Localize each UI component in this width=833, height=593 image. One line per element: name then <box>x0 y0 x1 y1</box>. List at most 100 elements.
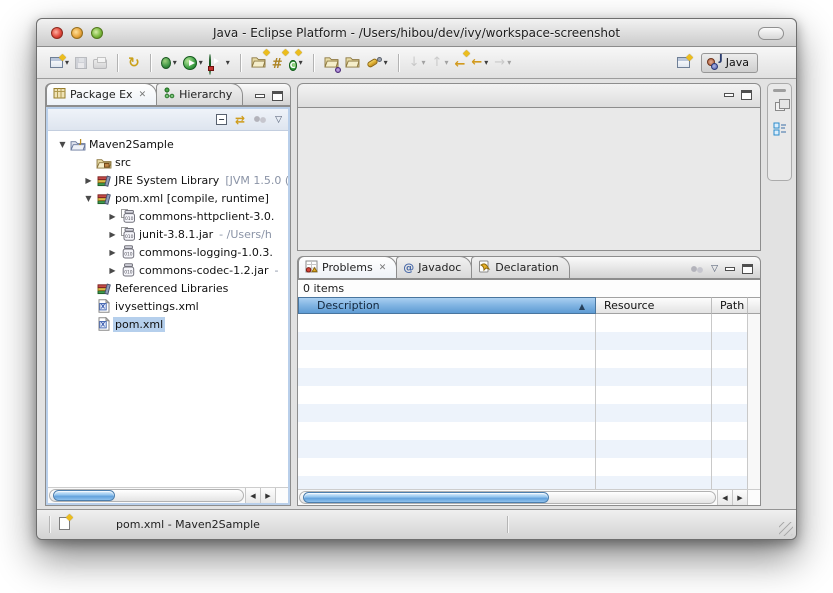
close-icon[interactable]: ✕ <box>139 90 147 100</box>
tree-item-project[interactable]: ▼ J Maven2Sample <box>48 135 288 153</box>
maximize-view-icon[interactable] <box>742 264 753 274</box>
last-edit-location-button[interactable]: ← <box>451 51 468 74</box>
open-perspective-button[interactable] <box>674 55 693 70</box>
outline-view-icon[interactable] <box>773 121 787 135</box>
new-java-project-button[interactable] <box>248 51 269 74</box>
tree-item-jar[interactable]: ▶ 010 commons-logging-1.0.3. <box>48 243 288 261</box>
scroll-left-button[interactable]: ◀ <box>717 490 732 505</box>
link-with-editor-button[interactable]: ⇄ <box>235 114 245 126</box>
new-wizard-button[interactable]: ▾ <box>47 55 72 70</box>
run-button[interactable]: ▾ <box>180 54 206 72</box>
chevron-down-icon[interactable]: ▾ <box>173 59 177 67</box>
save-button[interactable] <box>72 55 90 71</box>
tree-item-ivysettings[interactable]: X ivysettings.xml <box>48 297 288 315</box>
open-type-button[interactable] <box>321 51 342 74</box>
jar-icon: 010 <box>119 263 137 277</box>
drag-handle[interactable] <box>773 89 786 92</box>
view-menu-button[interactable]: ▽ <box>275 115 282 125</box>
tree-item-pom-container[interactable]: ▼ pom.xml [compile, runtime] <box>48 189 288 207</box>
tree-item-pom-xml[interactable]: X pom.xml <box>48 315 288 333</box>
problems-table-body[interactable] <box>298 314 760 489</box>
expand-icon[interactable]: ▶ <box>106 266 119 275</box>
back-arrow-icon: ← <box>471 56 482 69</box>
column-header-description[interactable]: Description ▲ <box>298 297 596 314</box>
toolbar-toggle-button[interactable] <box>758 27 784 40</box>
refresh-button[interactable]: ↻ <box>125 54 143 72</box>
chevron-down-icon[interactable]: ▾ <box>484 59 488 67</box>
filter-icon[interactable] <box>690 265 704 274</box>
editor-empty-area[interactable] <box>297 108 761 251</box>
maximize-view-icon[interactable] <box>272 91 283 101</box>
forward-arrow-icon: → <box>494 56 505 69</box>
expand-icon[interactable]: ▶ <box>106 248 119 257</box>
tree-item-jre-library[interactable]: ▶ JRE System Library [JVM 1.5.0 ( <box>48 171 288 189</box>
expand-icon[interactable]: ▼ <box>82 194 95 203</box>
scroll-left-button[interactable]: ◀ <box>245 488 260 503</box>
expand-icon[interactable]: ▶ <box>106 230 119 239</box>
open-resource-button[interactable] <box>342 51 363 74</box>
expand-icon[interactable]: ▶ <box>82 176 95 185</box>
external-tools-button[interactable]: ▾ <box>206 53 233 72</box>
expand-icon[interactable]: ▶ <box>106 212 119 221</box>
minimize-view-icon[interactable] <box>724 93 734 97</box>
restore-view-icon[interactable] <box>775 102 785 111</box>
chevron-down-icon[interactable]: ▾ <box>444 59 448 67</box>
title-bar[interactable]: Java - Eclipse Platform - /Users/hibou/d… <box>37 19 796 47</box>
forward-button[interactable]: → ▾ <box>491 54 514 71</box>
scroll-thumb[interactable] <box>303 492 549 503</box>
library-icon <box>95 192 113 205</box>
collapse-all-button[interactable]: − <box>216 114 227 125</box>
problems-horizontal-scrollbar[interactable]: ◀ ▶ <box>298 489 760 505</box>
scroll-thumb[interactable] <box>53 490 115 501</box>
view-menu-icon: ▽ <box>275 115 282 125</box>
minimize-view-icon[interactable] <box>725 267 735 271</box>
column-header-resource[interactable]: Resource <box>596 297 712 314</box>
column-header-path[interactable]: Path <box>712 297 748 314</box>
tab-javadoc[interactable]: @ Javadoc <box>396 256 472 278</box>
minimize-view-icon[interactable] <box>255 94 265 98</box>
view-menu-icon[interactable]: ▽ <box>711 264 718 274</box>
tree-item-referenced-libraries[interactable]: Referenced Libraries <box>48 279 288 297</box>
toolbar-separator <box>240 54 241 72</box>
back-button[interactable]: ← ▾ <box>468 54 491 71</box>
new-class-button[interactable]: C ▾ <box>286 51 306 74</box>
tree-item-jar[interactable]: ▶ 010 commons-httpclient-3.0. <box>48 207 288 225</box>
chevron-down-icon[interactable]: ▾ <box>199 59 203 67</box>
chevron-down-icon[interactable]: ▾ <box>65 59 69 67</box>
print-button[interactable] <box>90 55 110 71</box>
chevron-down-icon[interactable]: ▾ <box>299 59 303 67</box>
chevron-down-icon[interactable]: ▾ <box>422 59 426 67</box>
java-perspective-button[interactable]: J Java <box>701 53 758 73</box>
new-package-button[interactable]: # <box>269 51 286 74</box>
status-bar: pom.xml - Maven2Sample <box>37 509 796 539</box>
search-button[interactable]: ▾ <box>363 54 391 72</box>
expand-icon[interactable]: ▼ <box>56 140 69 149</box>
next-annotation-button[interactable]: ↓ ▾ <box>406 54 429 71</box>
scroll-right-button[interactable]: ▶ <box>732 490 747 505</box>
tree-item-src[interactable]: src <box>48 153 288 171</box>
maximize-view-icon[interactable] <box>741 90 752 100</box>
chevron-down-icon[interactable]: ▾ <box>384 59 388 67</box>
tab-hierarchy[interactable]: Hierarchy <box>156 83 243 105</box>
tree-item-jar[interactable]: ▶ 010 junit-3.8.1.jar - /Users/h <box>48 225 288 243</box>
column-divider[interactable] <box>711 314 712 489</box>
tab-package-explorer[interactable]: Package Ex ✕ <box>46 83 157 105</box>
column-divider[interactable] <box>595 314 596 489</box>
chevron-down-icon[interactable]: ▾ <box>507 59 511 67</box>
open-type-icon <box>324 53 339 72</box>
window-resize-grip[interactable] <box>779 522 793 536</box>
scroll-track[interactable] <box>49 489 244 502</box>
tab-declaration[interactable]: Declaration <box>471 256 569 278</box>
tab-problems[interactable]: Problems ✕ <box>298 256 397 278</box>
scroll-right-button[interactable]: ▶ <box>260 488 275 503</box>
vertical-scrollbar-track[interactable] <box>747 314 760 489</box>
tree-item-jar[interactable]: ▶ 010 commons-codec-1.2.jar - <box>48 261 288 279</box>
close-icon[interactable]: ✕ <box>379 263 387 273</box>
previous-annotation-button[interactable]: ↑ ▾ <box>429 54 452 71</box>
scroll-track[interactable] <box>299 491 716 504</box>
filter-menu-button[interactable] <box>253 115 267 124</box>
java-project-icon: J <box>69 138 87 151</box>
explorer-horizontal-scrollbar[interactable]: ◀ ▶ <box>48 487 288 503</box>
chevron-down-icon[interactable]: ▾ <box>226 59 230 67</box>
debug-button[interactable]: ▾ <box>158 55 180 71</box>
